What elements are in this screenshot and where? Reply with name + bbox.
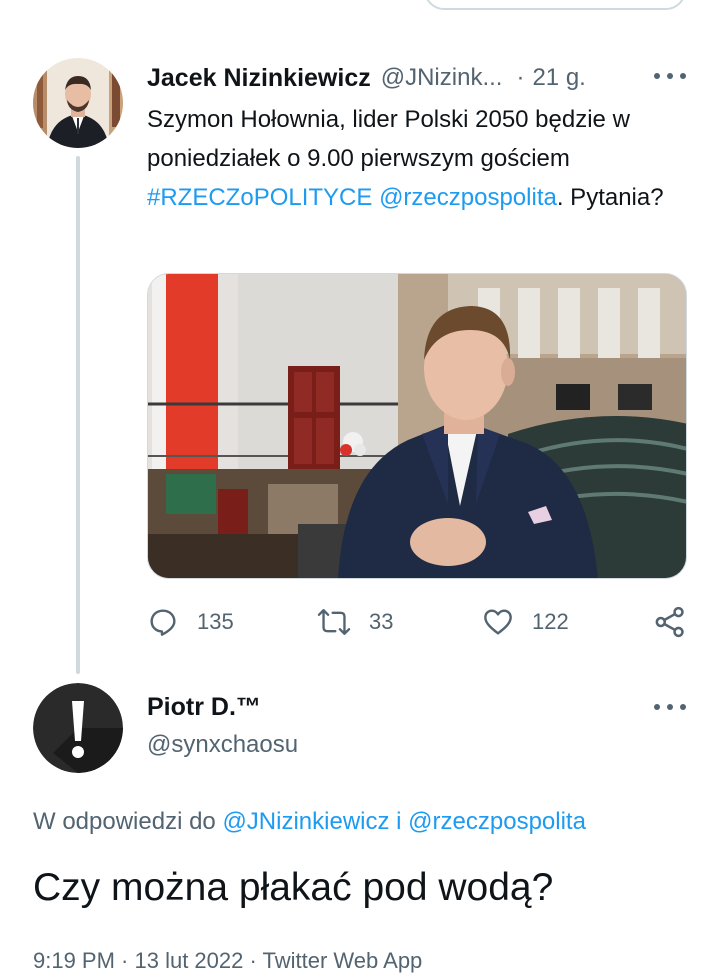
- share-icon: [655, 606, 684, 638]
- author-name[interactable]: Jacek Nizinkiewicz: [147, 64, 371, 93]
- mention-link[interactable]: @rzeczpospolita: [379, 184, 557, 211]
- avatar[interactable]: [33, 683, 123, 773]
- reply-text: Czy można płakać pod wodą?: [33, 866, 554, 909]
- avatar[interactable]: [33, 58, 123, 148]
- reply-more-options-icon[interactable]: [654, 702, 686, 712]
- share-action[interactable]: [653, 600, 705, 644]
- separator-dot: ·: [516, 64, 525, 91]
- heart-icon: [484, 609, 512, 635]
- tweet-actions: 135 33 122: [147, 600, 692, 644]
- parliament-photo-icon: [148, 274, 686, 578]
- hashtag-link[interactable]: #RZECZoPOLITYCE: [147, 184, 372, 211]
- tweet-time[interactable]: 21 g.: [532, 64, 585, 92]
- reply-to-and: i: [389, 808, 409, 835]
- retweet-icon: [317, 609, 351, 635]
- thread-connector-line: [76, 156, 80, 674]
- reply-to-user-2[interactable]: @rzeczpospolita: [408, 808, 586, 835]
- reply-author-handle[interactable]: @synxchaosu: [147, 731, 298, 759]
- tweet-image[interactable]: [147, 273, 687, 579]
- tweet-header: Jacek Nizinkiewicz @JNizink... · 21 g.: [147, 62, 667, 94]
- author-handle[interactable]: @JNizink...: [381, 64, 503, 92]
- retweet-action[interactable]: 33: [317, 600, 393, 644]
- tweet-text-part1: Szymon Hołownia, lider Polski 2050 będzi…: [147, 106, 630, 172]
- reply-icon: [150, 609, 176, 636]
- reply-author-name[interactable]: Piotr D.™: [147, 693, 261, 722]
- retweet-count: 33: [369, 609, 394, 634]
- more-options-icon[interactable]: [654, 71, 686, 81]
- exclamation-icon: [33, 683, 123, 773]
- reply-to-user-1[interactable]: @JNizinkiewicz: [222, 808, 389, 835]
- reply-timestamp[interactable]: 9:19 PM · 13 lut 2022 · Twitter Web App: [33, 948, 422, 974]
- tweet-text: Szymon Hołownia, lider Polski 2050 będzi…: [147, 100, 697, 217]
- reply-action[interactable]: 135: [147, 600, 234, 644]
- replying-to: W odpowiedzi do @JNizinkiewicz i @rzeczp…: [33, 808, 586, 836]
- reply-count: 135: [197, 609, 234, 634]
- show-more-pill[interactable]: [424, 0, 686, 10]
- like-action[interactable]: 122: [482, 600, 569, 644]
- author-photo-icon: [33, 58, 123, 148]
- like-count: 122: [532, 609, 569, 634]
- reply-to-prefix: W odpowiedzi do: [33, 808, 223, 835]
- tweet-text-part2: . Pytania?: [556, 184, 664, 211]
